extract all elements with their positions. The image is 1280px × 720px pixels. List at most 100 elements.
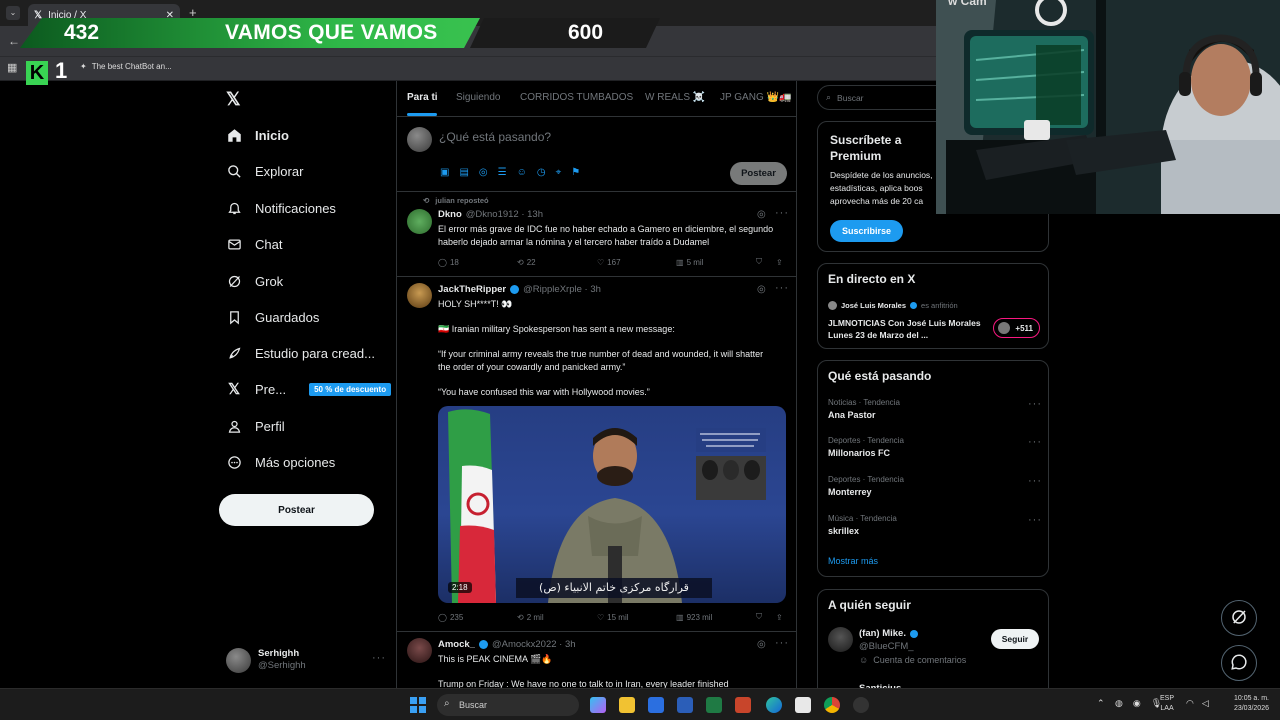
trend-more-icon[interactable]: ··· [1028, 436, 1042, 448]
tray-chevron-icon[interactable]: ⌃ [1097, 698, 1105, 709]
chrome-icon[interactable] [824, 697, 840, 713]
sidebar-item-perfil[interactable]: Perfil [226, 414, 285, 438]
wifi-icon[interactable]: ◠ [1186, 698, 1194, 709]
repost-button[interactable]: ⟲ 22 [517, 257, 597, 267]
tab-corridos[interactable]: CORRIDOS TUMBADOS [520, 92, 633, 103]
x-logo-icon[interactable]: 𝕏 [226, 89, 241, 110]
volume-icon[interactable]: ◁ [1202, 698, 1209, 709]
grok-float-button[interactable] [1221, 600, 1257, 636]
trend-more-icon[interactable]: ··· [1028, 514, 1042, 526]
trend-item[interactable]: Noticias · Tendencia Ana Pastor ··· [828, 398, 1042, 420]
grok-icon[interactable]: ◎ [479, 167, 488, 178]
sidebar-item-chat[interactable]: Chat [226, 232, 282, 256]
word-icon[interactable] [677, 697, 693, 713]
image-icon[interactable]: ▣ [440, 167, 449, 178]
file-explorer-icon[interactable] [619, 697, 635, 713]
bookmark-button[interactable]: ⛉ [756, 257, 776, 267]
tab-siguiendo[interactable]: Siguiendo [456, 92, 500, 103]
poll-icon[interactable]: ☰ [498, 167, 507, 178]
sidebar-item-guardados[interactable]: Guardados [226, 305, 319, 329]
account-switcher[interactable]: Serhighh @Serhighh ··· [226, 646, 386, 676]
trend-item[interactable]: Música · Tendencia skrillex ··· [828, 514, 1042, 536]
reply-icon: ◯ [438, 257, 447, 267]
app-tray-icon[interactable]: ◉ [1133, 698, 1141, 709]
show-more-link[interactable]: Mostrar más [828, 556, 878, 566]
tab-jp-gang[interactable]: JP GANG 👑🚛 [720, 92, 791, 103]
location-icon[interactable]: ⌖ [556, 167, 562, 178]
reply-button[interactable]: ◯ 235 [438, 612, 517, 622]
back-icon[interactable]: ← [8, 34, 20, 48]
powerpoint-icon[interactable] [735, 697, 751, 713]
taskbar-search[interactable]: ⌕ Buscar [437, 694, 579, 716]
edge-icon[interactable] [766, 697, 782, 713]
bookmark-item[interactable]: ✦ The best ChatBot an... [80, 62, 172, 71]
excel-icon[interactable] [706, 697, 722, 713]
share-icon[interactable]: ⇪ [776, 612, 783, 622]
tweet-more-icon[interactable]: ··· [775, 637, 789, 649]
tweet-grok-icon[interactable]: ◎ [757, 284, 766, 295]
tweet-handle[interactable]: @RippleXrple · 3h [523, 284, 601, 295]
composer-input[interactable]: ¿Qué está pasando? [439, 130, 551, 144]
sidebar-item-estudio[interactable]: Estudio para cread... [226, 341, 375, 365]
messages-float-button[interactable] [1221, 645, 1257, 681]
tweet-grok-icon[interactable]: ◎ [757, 639, 766, 650]
schedule-icon[interactable]: ◷ [537, 167, 546, 178]
like-button[interactable]: ♡ 15 mil [597, 612, 676, 622]
tweet-more-icon[interactable]: ··· [775, 207, 789, 219]
tweet-author[interactable]: Amock_ [438, 639, 475, 650]
trend-more-icon[interactable]: ··· [1028, 398, 1042, 410]
tweet-avatar[interactable] [407, 283, 432, 308]
tab-para-ti[interactable]: Para ti [407, 92, 438, 103]
trend-item[interactable]: Deportes · Tendencia Monterrey ··· [828, 475, 1042, 497]
reply-button[interactable]: ◯ 18 [438, 257, 517, 267]
trend-item[interactable]: Deportes · Tendencia Millonarios FC ··· [828, 436, 1042, 458]
language-indicator[interactable]: ESP LAA [1160, 694, 1174, 714]
post-button[interactable]: Postear [219, 494, 374, 526]
apps-grid-icon[interactable]: ▦ [7, 61, 17, 74]
subscribe-button[interactable]: Suscribirse [830, 220, 903, 242]
tweet-video[interactable]: 2:18 قرارگاه مرکزی خاتم الانبیاء (ص) [438, 406, 786, 603]
follow-button[interactable]: Seguir [991, 629, 1039, 649]
composer-post-button[interactable]: Postear [730, 162, 787, 185]
tweet-avatar[interactable] [407, 209, 432, 234]
tweet-author[interactable]: Dkno [438, 209, 462, 220]
sidebar-item-explorar[interactable]: Explorar [226, 159, 303, 183]
network-icon[interactable]: ◍ [1115, 698, 1123, 709]
store-icon[interactable] [648, 697, 664, 713]
views-button[interactable]: ▥ 5 mil [676, 257, 756, 267]
tweet-handle[interactable]: @Dkno1912 · 13h [466, 209, 543, 220]
more-dots-icon[interactable]: ··· [372, 652, 386, 664]
trend-more-icon[interactable]: ··· [1028, 475, 1042, 487]
app-icon[interactable] [853, 697, 869, 713]
follow-avatar[interactable] [828, 627, 853, 652]
emoji-icon[interactable]: ☺ [517, 167, 527, 178]
views-button[interactable]: ▥ 923 mil [676, 612, 756, 622]
start-button[interactable] [410, 697, 426, 713]
gif-icon[interactable]: ▤ [459, 167, 468, 178]
share-icon[interactable]: ⇪ [776, 257, 783, 267]
sidebar-item-inicio[interactable]: Inicio [226, 123, 289, 147]
flag-icon[interactable]: ⚑ [571, 167, 580, 178]
bookmark-button[interactable]: ⛉ [756, 612, 776, 622]
like-button[interactable]: ♡ 167 [597, 257, 676, 267]
sidebar-item-grok[interactable]: Grok [226, 269, 283, 293]
live-listeners-badge[interactable]: +511 [993, 318, 1040, 338]
tweet-grok-icon[interactable]: ◎ [757, 209, 766, 220]
tweet-author[interactable]: JackTheRipper [438, 284, 506, 295]
tweet-divider [397, 276, 796, 277]
live-text[interactable]: JLMNOTICIAS Con José Luis Morales Lunes … [828, 317, 983, 341]
tweet-handle[interactable]: @Amockx2022 · 3h [492, 639, 576, 650]
tab-w-reals[interactable]: W REALS ☠️ [645, 92, 705, 103]
repost-button[interactable]: ⟲ 2 mil [517, 612, 597, 622]
tweet-avatar[interactable] [407, 638, 432, 663]
copilot-icon[interactable] [590, 697, 606, 713]
clock[interactable]: 10:05 a. m. 23/03/2026 [1225, 694, 1269, 714]
sidebar-item-premium[interactable]: 𝕏 Pre... 50 % de descuento [226, 377, 392, 401]
sidebar-item-notificaciones[interactable]: Notificaciones [226, 196, 336, 220]
tab-search-button[interactable]: ⌄ [6, 6, 20, 20]
comment-account-icon: ☺ [859, 655, 869, 665]
capcut-icon[interactable] [795, 697, 811, 713]
tweet-more-icon[interactable]: ··· [775, 282, 789, 294]
tweet-text: El error más grave de IDC fue no haber e… [438, 224, 774, 247]
sidebar-item-mas-opciones[interactable]: Más opciones [226, 450, 335, 474]
